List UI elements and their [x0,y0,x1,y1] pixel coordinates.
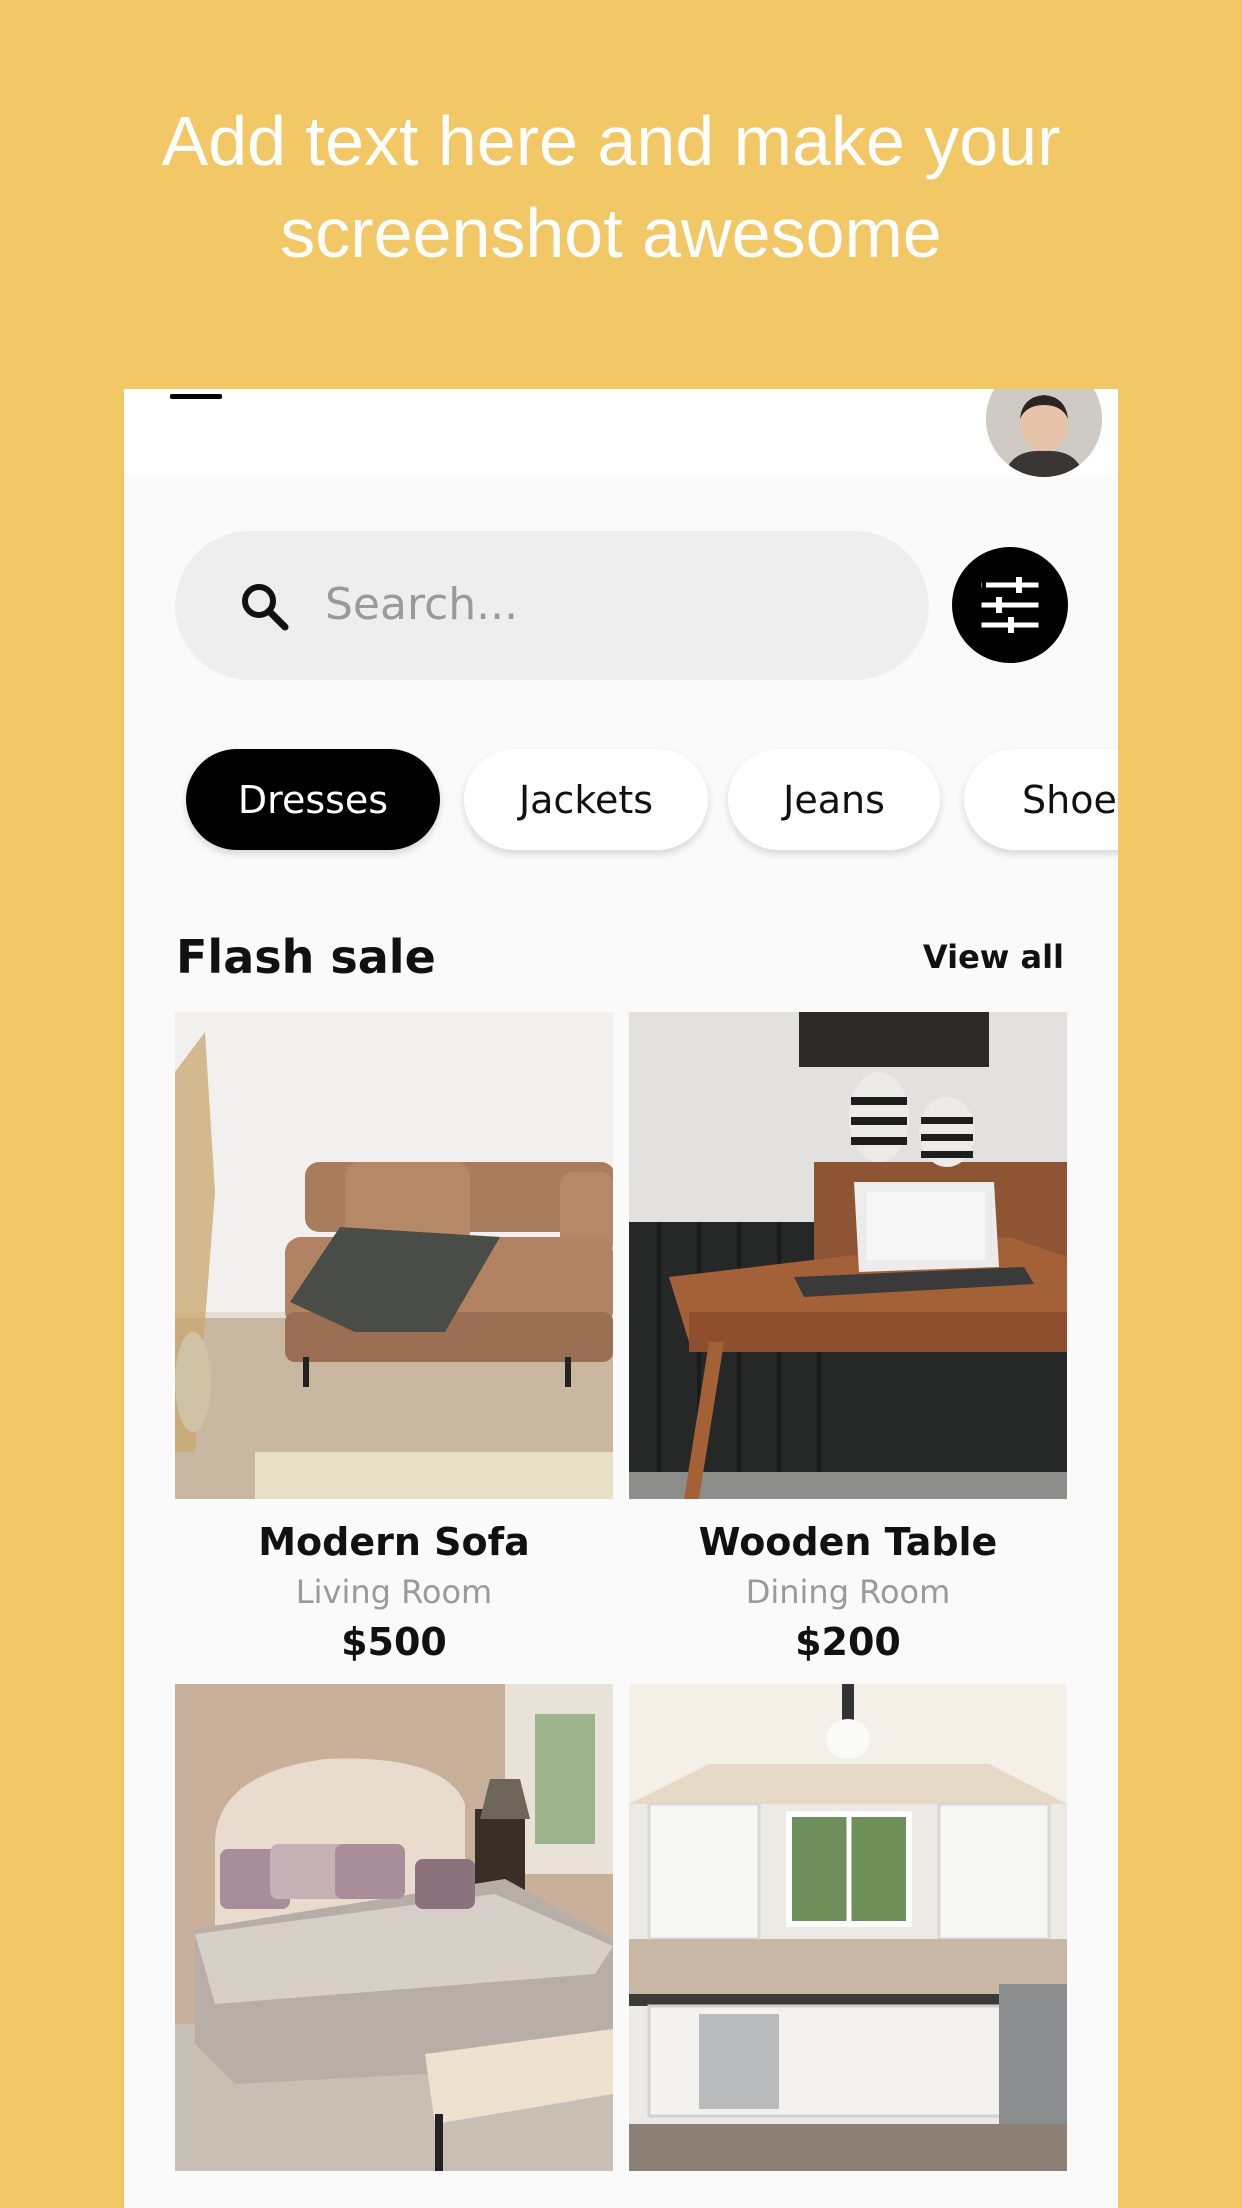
chip-shoes[interactable]: Shoes [964,749,1118,850]
product-image-sofa [175,1012,613,1499]
search-input[interactable]: Search... [325,577,518,633]
product-card[interactable]: Wooden Table Dining Room $200 [629,1012,1067,1667]
product-card[interactable] [629,1684,1067,2171]
menu-icon[interactable] [170,389,222,415]
category-chips: Dresses Jackets Jeans Shoes [124,749,1118,859]
promo-headline: Add text here and make your screenshot a… [161,102,1061,272]
view-all-link[interactable]: View all [923,938,1064,976]
search-icon [242,584,289,631]
product-image-cabinet [629,1684,1067,2171]
product-card[interactable]: Modern Sofa Living Room $500 [175,1012,613,1667]
filter-button[interactable] [952,547,1068,663]
product-name: Wooden Table [698,1520,998,1564]
product-name: Modern Sofa [258,1520,530,1564]
product-image-table [629,1012,1067,1499]
chip-jeans[interactable]: Jeans [728,749,940,850]
product-category: Dining Room [745,1573,951,1611]
product-price: $200 [795,1620,901,1664]
chip-dresses[interactable]: Dresses [186,749,440,850]
app-bar [124,389,1118,477]
search-bar[interactable]: Search... [175,531,929,680]
product-category: Living Room [295,1573,493,1611]
section-title: Flash sale [176,930,436,984]
chip-jackets[interactable]: Jackets [464,749,708,850]
product-card[interactable] [175,1684,613,2171]
app-screen: Search... Dresses Jackets Jeans Shoes Fl… [124,389,1118,2208]
filter-icon [981,577,1039,633]
product-image-bed [175,1684,613,2171]
product-price: $500 [341,1620,447,1664]
avatar[interactable] [986,389,1102,477]
